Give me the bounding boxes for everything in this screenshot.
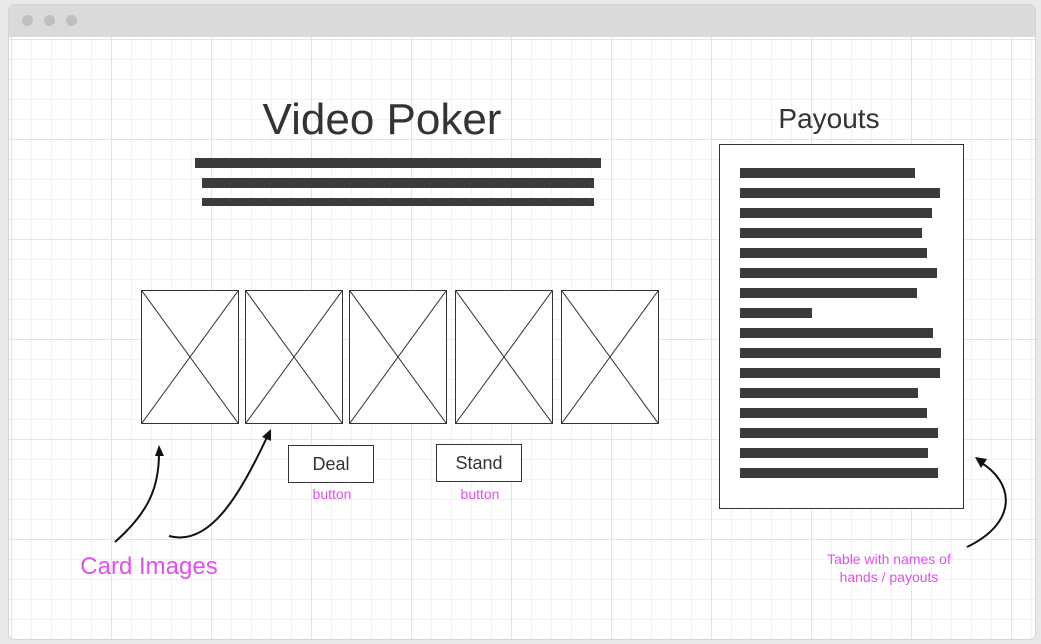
table-annotation-arrow-icon xyxy=(966,461,1007,548)
payout-row-placeholder xyxy=(740,448,928,458)
payout-row-placeholder xyxy=(740,308,812,318)
image-placeholder-icon xyxy=(350,291,446,423)
payout-row-placeholder xyxy=(740,468,938,478)
card-image-5[interactable] xyxy=(561,290,659,424)
arrowhead-icon xyxy=(975,457,987,468)
image-placeholder-icon xyxy=(562,291,658,423)
card-images-annotation: Card Images xyxy=(80,553,218,580)
payout-row-placeholder xyxy=(740,248,927,258)
image-placeholder-icon xyxy=(246,291,342,423)
card-image-1[interactable] xyxy=(141,290,239,424)
card-annotation-arrow-icon xyxy=(114,452,160,543)
payout-row-placeholder xyxy=(740,208,932,218)
window-titlebar xyxy=(9,5,1035,37)
arrowhead-icon xyxy=(262,429,271,441)
payouts-table-annotation: Table with names of hands / payouts xyxy=(799,550,979,586)
payout-row-placeholder xyxy=(740,268,937,278)
stand-button[interactable]: Stand xyxy=(436,444,522,482)
minimize-window-dot-icon[interactable] xyxy=(44,15,55,26)
payout-row-placeholder xyxy=(740,388,918,398)
payouts-heading: Payouts xyxy=(778,103,880,134)
payout-row-placeholder xyxy=(740,368,940,378)
browser-window: Video Poker Payouts Deal button Stand bu… xyxy=(8,4,1036,640)
payout-row-placeholder xyxy=(740,288,917,298)
deal-button-type-label: button xyxy=(312,486,352,502)
image-placeholder-icon xyxy=(456,291,552,423)
payout-row-placeholder xyxy=(740,188,940,198)
payout-row-placeholder xyxy=(740,228,922,238)
card-image-3[interactable] xyxy=(349,290,447,424)
payouts-table-annotation-line-2: hands / payouts xyxy=(839,569,939,585)
payouts-table xyxy=(719,144,964,509)
payout-row-placeholder xyxy=(740,168,915,178)
arrowhead-icon xyxy=(155,445,164,456)
card-image-2[interactable] xyxy=(245,290,343,424)
maximize-window-dot-icon[interactable] xyxy=(66,15,77,26)
payout-row-placeholder xyxy=(740,328,933,338)
text-line-placeholder xyxy=(195,158,601,168)
text-line-placeholder xyxy=(202,178,594,188)
payouts-table-annotation-line-1: Table with names of xyxy=(827,551,951,567)
card-annotation-arrow-icon xyxy=(168,434,269,539)
deal-button[interactable]: Deal xyxy=(288,445,374,483)
page-title: Video Poker xyxy=(262,95,502,144)
payout-row-placeholder xyxy=(740,428,938,438)
image-placeholder-icon xyxy=(142,291,238,423)
text-line-placeholder xyxy=(202,198,594,206)
payout-row-placeholder xyxy=(740,348,941,358)
card-image-4[interactable] xyxy=(455,290,553,424)
wireframe-canvas: Video Poker Payouts Deal button Stand bu… xyxy=(9,37,1035,639)
close-window-dot-icon[interactable] xyxy=(22,15,33,26)
stand-button-type-label: button xyxy=(460,486,500,502)
payout-row-placeholder xyxy=(740,408,927,418)
